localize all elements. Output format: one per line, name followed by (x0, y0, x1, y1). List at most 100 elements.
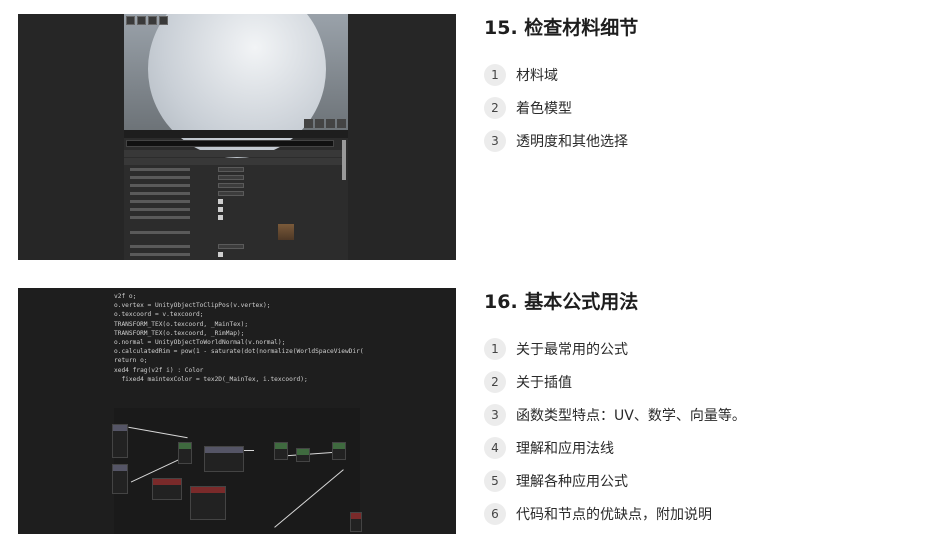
checkbox[interactable] (218, 252, 223, 257)
graph-node[interactable] (112, 424, 128, 458)
item-label: 关于最常用的公式 (516, 341, 628, 358)
code-line: o.texcoord = v.texcoord; (114, 311, 204, 319)
section-title: 16. 基本公式用法 (484, 291, 639, 313)
property-row (124, 214, 342, 221)
item-number-badge: 5 (484, 469, 506, 492)
list-item: 1 关于最常用的公式 (484, 332, 914, 365)
plane-icon[interactable] (326, 119, 335, 128)
graph-node[interactable] (296, 448, 310, 462)
list-item: 4 理解和应用法线 (484, 431, 914, 464)
cube-icon[interactable] (337, 119, 346, 128)
item-label: 关于插值 (516, 374, 572, 391)
graph-node[interactable] (274, 442, 288, 460)
cylinder-icon[interactable] (304, 119, 313, 128)
dropdown[interactable] (218, 175, 244, 180)
texture-swatch[interactable] (278, 224, 294, 240)
item-label: 材料域 (516, 67, 558, 84)
viewport-menu-icon[interactable] (126, 16, 135, 25)
property-row (124, 206, 342, 213)
checkbox[interactable] (218, 215, 223, 220)
property-row (124, 222, 342, 242)
property-row (124, 243, 342, 250)
property-row (124, 182, 342, 189)
code-line: TRANSFORM_TEX(o.texcoord, _RimMap); (114, 329, 245, 337)
section-15: 15. 检查材料细节 1 材料域 2 着色模型 3 透明度和其他选择 (0, 14, 930, 260)
dropdown[interactable] (218, 244, 244, 249)
material-editor-window (124, 14, 348, 260)
section-15-content: 15. 检查材料细节 1 材料域 2 着色模型 3 透明度和其他选择 (484, 14, 914, 157)
section-16: v2f o; o.vertex = UnityObjectToClipPos(v.… (0, 288, 930, 534)
item-number-badge: 1 (484, 63, 506, 86)
item-label: 着色模型 (516, 100, 572, 117)
item-label: 理解各种应用公式 (516, 473, 628, 490)
item-number-badge: 4 (484, 436, 506, 459)
list-item: 3 函数类型特点：UV、数学、向量等。 (484, 398, 914, 431)
graph-wire (274, 469, 344, 528)
category-header[interactable] (124, 158, 342, 165)
category-header[interactable] (124, 150, 342, 157)
sphere-icon[interactable] (315, 119, 324, 128)
list-item: 5 理解各种应用公式 (484, 464, 914, 497)
code-line: fixed4 maintexColor = tex2D(_MainTex, i.… (114, 375, 308, 383)
dropdown[interactable] (218, 167, 244, 172)
code-line: o.normal = UnityObjectToWorldNormal(v.no… (114, 339, 286, 347)
viewport-perspective-icon[interactable] (137, 16, 146, 25)
viewport-toolbar (126, 16, 168, 26)
graph-node[interactable] (112, 464, 128, 494)
item-number-badge: 2 (484, 370, 506, 393)
section-title: 15. 检查材料细节 (484, 17, 639, 39)
graph-node[interactable] (350, 512, 362, 532)
code-line: TRANSFORM_TEX(o.texcoord, _MainTex); (114, 320, 249, 328)
dropdown[interactable] (218, 183, 244, 188)
shader-code-block: v2f o; o.vertex = UnityObjectToClipPos(v.… (114, 292, 364, 384)
item-number-badge: 3 (484, 129, 506, 152)
viewport-shape-buttons (304, 119, 346, 128)
code-line: o.vertex = UnityObjectToClipPos(v.vertex… (114, 302, 271, 310)
graph-node[interactable] (190, 486, 226, 520)
property-row (124, 251, 342, 258)
code-line: o.calculatedRim = pow(1 - saturate(dot(n… (114, 348, 364, 356)
dropdown[interactable] (218, 191, 244, 196)
graph-node[interactable] (332, 442, 346, 460)
property-row (124, 174, 342, 181)
item-label: 函数类型特点：UV、数学、向量等。 (516, 407, 746, 424)
item-list: 1 关于最常用的公式 2 关于插值 3 函数类型特点：UV、数学、向量等。 4 理解和应… (484, 332, 914, 530)
item-number-badge: 2 (484, 96, 506, 119)
item-label: 透明度和其他选择 (516, 133, 628, 150)
section-16-content: 16. 基本公式用法 1 关于最常用的公式 2 关于插值 3 函数类型特点：UV、数学… (484, 288, 914, 530)
property-row (124, 259, 342, 260)
shader-code-thumbnail: v2f o; o.vertex = UnityObjectToClipPos(v.… (18, 288, 456, 534)
details-scrollbar[interactable] (342, 140, 346, 180)
graph-node[interactable] (152, 478, 182, 500)
list-item: 2 关于插值 (484, 365, 914, 398)
details-search-input[interactable] (126, 140, 334, 147)
item-number-badge: 6 (484, 502, 506, 525)
item-number-badge: 3 (484, 403, 506, 426)
viewport-lit-icon[interactable] (148, 16, 157, 25)
item-label: 理解和应用法线 (516, 440, 614, 457)
list-item: 6 代码和节点的优缺点，附加说明 (484, 497, 914, 530)
material-preview-viewport (124, 14, 348, 158)
property-row (124, 190, 342, 197)
list-item: 2 着色模型 (484, 91, 914, 124)
property-row (124, 166, 342, 173)
item-label: 代码和节点的优缺点，附加说明 (516, 506, 712, 523)
viewport-show-icon[interactable] (159, 16, 168, 25)
checkbox[interactable] (218, 199, 223, 204)
details-tabs[interactable] (124, 130, 348, 138)
item-number-badge: 1 (484, 337, 506, 360)
list-item: 1 材料域 (484, 58, 914, 91)
property-row (124, 198, 342, 205)
graph-node[interactable] (204, 446, 244, 472)
details-properties (124, 150, 342, 260)
list-item: 3 透明度和其他选择 (484, 124, 914, 157)
code-line: return o; (114, 357, 148, 365)
item-list: 1 材料域 2 着色模型 3 透明度和其他选择 (484, 58, 914, 157)
code-line: v2f o; (114, 293, 137, 300)
node-graph (112, 408, 362, 534)
graph-node[interactable] (178, 442, 192, 464)
material-editor-thumbnail (18, 14, 456, 260)
graph-wire (128, 426, 188, 439)
checkbox[interactable] (218, 207, 223, 212)
code-line: xed4 frag(v2f i) : Color (114, 366, 204, 374)
